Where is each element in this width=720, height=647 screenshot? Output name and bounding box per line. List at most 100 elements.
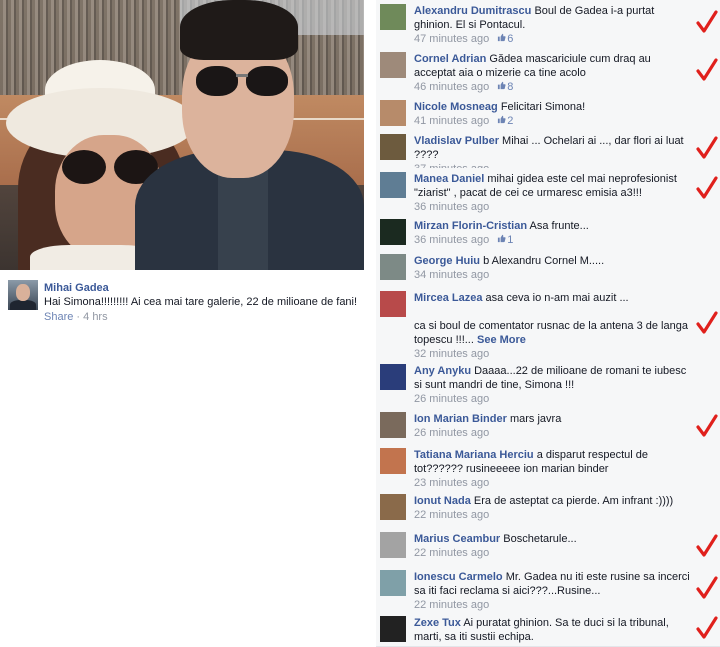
commenter-name[interactable]: Marius Ceambur <box>414 533 500 545</box>
commenter-avatar[interactable] <box>380 134 406 160</box>
photo-man-sunglasses-bridge <box>236 74 248 77</box>
comment-text: mars javra <box>509 413 562 425</box>
red-check-mark-icon <box>696 576 718 600</box>
comment-time[interactable]: 36 minutes ago <box>414 201 489 213</box>
post-time[interactable]: 4 hrs <box>83 311 107 323</box>
commenter-avatar[interactable] <box>380 219 406 245</box>
comment-body: Cornel Adrian Gădea mascariciule cum dra… <box>414 52 694 94</box>
comment-meta: 34 minutes ago <box>414 268 694 282</box>
commenter-name[interactable]: George Huiu <box>414 255 480 267</box>
commenter-name[interactable]: Nicole Mosneag <box>414 101 498 113</box>
see-more-link[interactable]: See More <box>477 334 526 346</box>
commenter-avatar[interactable] <box>380 52 406 78</box>
commenter-name[interactable]: Ionescu Carmelo <box>414 571 503 583</box>
comment-meta: 22 minutes ago <box>414 598 694 612</box>
comment-text-line2: ca si boul de comentator rusnac de la an… <box>414 320 688 346</box>
commenter-avatar[interactable] <box>380 100 406 126</box>
comment-body: Mircea Lazea asa ceva io n-am mai auzit … <box>414 291 694 361</box>
commenter-name[interactable]: Ion Marian Binder <box>414 413 507 425</box>
comment-text: asa ceva io n-am mai auzit ... <box>485 292 629 304</box>
commenter-name[interactable]: Mircea Lazea <box>414 292 482 304</box>
post-author-name[interactable]: Mihai Gadea <box>44 282 109 294</box>
post-photo[interactable] <box>0 0 364 270</box>
comment-time[interactable]: 22 minutes ago <box>414 599 489 611</box>
comment-body: Any Anyku Daaaa...22 de milioane de roma… <box>414 364 694 406</box>
share-link[interactable]: Share <box>44 311 73 323</box>
comment-text: Asa frunte... <box>529 220 589 232</box>
comment-time[interactable]: 23 minutes ago <box>414 477 489 489</box>
red-check-mark-icon <box>696 10 718 34</box>
comment-like-count[interactable]: 6 <box>497 33 513 45</box>
red-check-mark-icon <box>696 136 718 160</box>
commenter-avatar[interactable] <box>380 448 406 474</box>
comment-body: Ionut Nada Era de asteptat ca pierde. Am… <box>414 494 694 522</box>
comment-body: Ionescu Carmelo Mr. Gadea nu iti este ru… <box>414 570 694 612</box>
comment-time[interactable]: 47 minutes ago <box>414 33 489 45</box>
commenter-name[interactable]: Vladislav Pulber <box>414 135 499 147</box>
commenter-name[interactable]: Zexe Tux <box>414 617 461 629</box>
comment-row: George Huiu b Alexandru Cornel M..... 34 … <box>376 250 720 288</box>
commenter-avatar[interactable] <box>380 570 406 596</box>
comment-text: Boschetarule... <box>503 533 577 545</box>
like-count-value: 6 <box>507 33 514 45</box>
comment-meta: 26 minutes ago <box>414 426 694 440</box>
comment-like-count[interactable]: 2 <box>497 115 513 127</box>
like-count-value: 8 <box>507 81 514 93</box>
like-count-value: 1 <box>507 234 514 246</box>
commenter-name[interactable]: Tatiana Mariana Herciu <box>414 449 534 461</box>
comment-body: Tatiana Mariana Herciu a disparut respec… <box>414 448 694 490</box>
commenter-name[interactable]: Ionut Nada <box>414 495 471 507</box>
comment-time[interactable]: 41 minutes ago <box>414 115 489 127</box>
commenter-avatar[interactable] <box>380 364 406 390</box>
photo-man-hair <box>180 0 298 60</box>
comment-time[interactable]: 22 minutes ago <box>414 509 489 521</box>
comment-meta: 36 minutes ago <box>414 200 694 214</box>
comment-time[interactable]: 34 minutes ago <box>414 269 489 281</box>
comment-time[interactable]: 26 minutes ago <box>414 427 489 439</box>
comment-time[interactable]: 36 minutes ago <box>414 234 489 246</box>
commenter-name[interactable]: Mirzan Florin-Cristian <box>414 220 527 232</box>
post-author-avatar[interactable] <box>8 280 38 310</box>
like-count-value: 2 <box>507 115 514 127</box>
comment-time[interactable]: 22 minutes ago <box>414 547 489 559</box>
photo-man-sunglasses-right <box>246 66 288 96</box>
comment-like-count[interactable]: 8 <box>497 81 513 93</box>
commenter-avatar[interactable] <box>380 172 406 198</box>
avatar-face <box>16 284 30 301</box>
commenter-avatar[interactable] <box>380 4 406 30</box>
commenter-avatar[interactable] <box>380 616 406 642</box>
red-check-mark-icon <box>696 616 718 640</box>
comment-text: Era de asteptat ca pierde. Am infrant :)… <box>473 495 674 507</box>
comment-row: Mircea Lazea asa ceva io n-am mai auzit … <box>376 287 720 361</box>
comment-time[interactable]: 46 minutes ago <box>414 81 489 93</box>
comment-row: Any Anyku Daaaa...22 de milioane de roma… <box>376 360 720 409</box>
commenter-name[interactable]: Alexandru Dumitrascu <box>414 5 531 17</box>
comment-body: Zexe Tux Ai puratat ghinion. Sa te duci … <box>414 616 694 644</box>
commenter-avatar[interactable] <box>380 291 406 317</box>
photo-man-sunglasses-left <box>196 66 238 96</box>
comment-like-count[interactable]: 1 <box>497 234 513 246</box>
comment-time[interactable]: 32 minutes ago <box>414 348 489 360</box>
comment-meta: 36 minutes ago 1 <box>414 233 694 247</box>
avatar-suit <box>10 300 36 310</box>
comment-row: Vladislav Pulber Mihai ... Ochelari ai .… <box>376 130 720 175</box>
red-check-mark-icon <box>696 176 718 200</box>
commenter-avatar[interactable] <box>380 532 406 558</box>
commenter-name[interactable]: Any Anyku <box>414 365 471 377</box>
comment-row: Ion Marian Binder mars javra 26 minutes a… <box>376 408 720 445</box>
commenter-avatar[interactable] <box>380 494 406 520</box>
comment-row: Ionut Nada Era de asteptat ca pierde. Am… <box>376 490 720 529</box>
comment-row: Ionescu Carmelo Mr. Gadea nu iti este ru… <box>376 566 720 613</box>
commenter-avatar[interactable] <box>380 412 406 438</box>
commenter-name[interactable]: Manea Daniel <box>414 173 484 185</box>
comment-row: Nicole Mosneag Felicitari Simona! 41 minu… <box>376 96 720 131</box>
commenter-avatar[interactable] <box>380 254 406 280</box>
comment-row: Zexe Tux Ai puratat ghinion. Sa te duci … <box>376 612 720 647</box>
comment-row: Marius Ceambur Boschetarule... 22 minutes… <box>376 528 720 567</box>
comment-body: Manea Daniel mihai gidea este cel mai ne… <box>414 172 694 214</box>
comment-time[interactable]: 26 minutes ago <box>414 393 489 405</box>
comment-row: Manea Daniel mihai gidea este cel mai ne… <box>376 168 720 216</box>
commenter-name[interactable]: Cornel Adrian <box>414 53 486 65</box>
post-meta: Share · 4 hrs <box>44 311 108 323</box>
comment-body: Marius Ceambur Boschetarule... 22 minutes… <box>414 532 694 560</box>
